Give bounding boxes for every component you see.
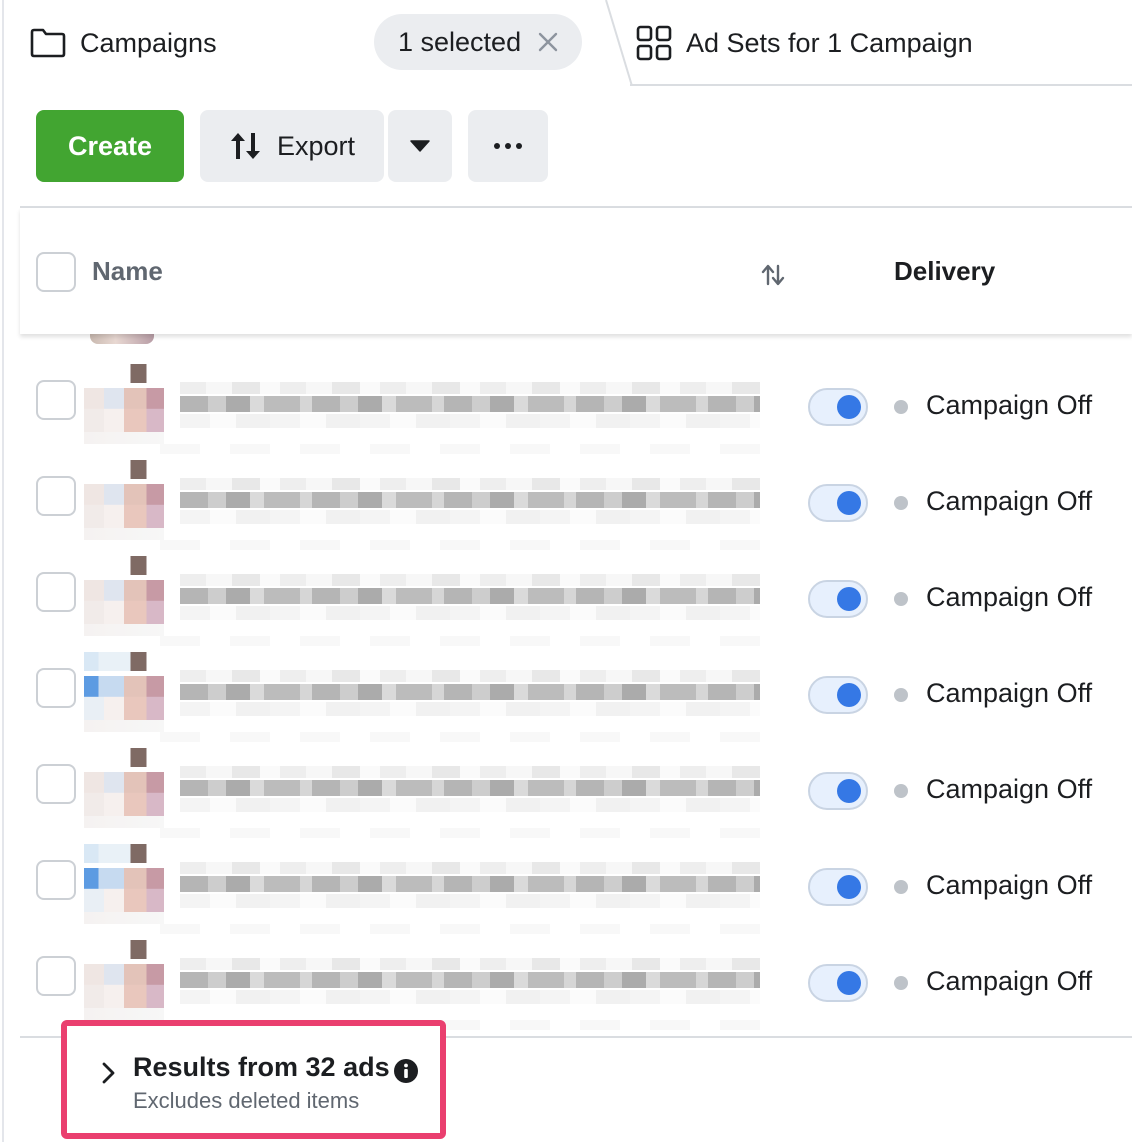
ad-toggle[interactable] (808, 388, 868, 426)
ad-thumbnail (84, 652, 164, 732)
selection-count: 1 selected (398, 26, 522, 57)
grid-icon (636, 25, 672, 61)
ad-thumbnail (84, 460, 164, 540)
delivery-status: Campaign Off (926, 582, 1093, 612)
export-label: Export (276, 130, 356, 161)
ad-thumbnail (84, 940, 164, 1020)
delivery-status: Campaign Off (926, 678, 1093, 708)
ad-thumbnail (84, 844, 164, 924)
results-title: Results from 32 ads (133, 1052, 390, 1082)
table-row[interactable]: Campaign Off (20, 922, 1132, 1030)
column-header-delivery[interactable]: Delivery (894, 256, 995, 287)
table-row[interactable]: Campaign Off (20, 826, 1132, 934)
ad-name-redacted[interactable] (180, 670, 760, 716)
toggle-knob (837, 971, 861, 995)
ad-thumbnail (84, 556, 164, 636)
status-dot (894, 784, 908, 798)
row-checkbox[interactable] (36, 476, 76, 516)
ad-toggle[interactable] (808, 868, 868, 906)
tab-ad-sets[interactable]: Ad Sets for 1 Campaign (636, 0, 973, 86)
ad-name-redacted[interactable] (180, 766, 760, 812)
export-button[interactable]: Export (200, 110, 384, 182)
results-subtitle: Excludes deleted items (133, 1088, 360, 1113)
export-dropdown-button[interactable] (388, 110, 452, 182)
toggle-knob (837, 683, 861, 707)
ad-name-redacted[interactable] (180, 958, 760, 1004)
delivery-status: Campaign Off (926, 966, 1093, 996)
results-summary[interactable]: Results from 32 ads Excludes deleted ite… (61, 1020, 446, 1139)
sort-icon[interactable] (760, 262, 786, 288)
row-checkbox[interactable] (36, 572, 76, 612)
status-dot (894, 400, 908, 414)
close-icon[interactable] (537, 31, 559, 53)
ad-name-redacted[interactable] (180, 382, 760, 428)
ad-name-redacted[interactable] (180, 478, 760, 524)
export-icon (230, 133, 260, 159)
ads-table-body: Campaign Off Campaign Off Campaign Off Camp… (20, 334, 1132, 1036)
partial-thumbnail (90, 334, 154, 344)
delivery-status: Campaign Off (926, 486, 1093, 516)
ad-name-redacted[interactable] (180, 574, 760, 620)
table-row[interactable]: Campaign Off (20, 730, 1132, 838)
ad-thumbnail (84, 364, 164, 444)
toggle-knob (837, 779, 861, 803)
table-row[interactable]: Campaign Off (20, 538, 1132, 646)
info-icon[interactable] (393, 1058, 419, 1084)
delivery-status: Campaign Off (926, 390, 1093, 420)
column-header-name[interactable]: Name (92, 256, 163, 287)
ad-name-redacted[interactable] (180, 862, 760, 908)
more-icon (494, 143, 522, 149)
toggle-knob (837, 587, 861, 611)
chevron-right-icon[interactable] (99, 1060, 119, 1086)
table-row[interactable]: Campaign Off (20, 346, 1132, 454)
caret-down-icon (410, 140, 430, 152)
ad-toggle[interactable] (808, 964, 868, 1002)
status-dot (894, 976, 908, 990)
toolbar: Create Export (0, 86, 1132, 208)
ad-thumbnail (84, 748, 164, 828)
delivery-status: Campaign Off (926, 870, 1093, 900)
ad-toggle[interactable] (808, 676, 868, 714)
ad-toggle[interactable] (808, 772, 868, 810)
toggle-knob (837, 491, 861, 515)
row-checkbox[interactable] (36, 668, 76, 708)
ad-toggle[interactable] (808, 580, 868, 618)
tab-campaigns[interactable]: Campaigns (30, 0, 217, 86)
create-button[interactable]: Create (36, 110, 184, 182)
row-checkbox[interactable] (36, 764, 76, 804)
folder-icon (30, 28, 66, 58)
row-checkbox[interactable] (36, 956, 76, 996)
toggle-knob (837, 875, 861, 899)
tab-ad-sets-label: Ad Sets for 1 Campaign (686, 27, 973, 58)
select-all-checkbox[interactable] (36, 252, 76, 292)
status-dot (894, 496, 908, 510)
selection-chip[interactable]: 1 selected (374, 14, 582, 70)
more-options-button[interactable] (468, 110, 548, 182)
table-row[interactable]: Campaign Off (20, 634, 1132, 742)
row-checkbox[interactable] (36, 380, 76, 420)
delivery-status: Campaign Off (926, 774, 1093, 804)
status-dot (894, 688, 908, 702)
toggle-knob (837, 395, 861, 419)
table-row[interactable]: Campaign Off (20, 442, 1132, 550)
status-dot (894, 592, 908, 606)
tab-campaigns-label: Campaigns (80, 27, 217, 58)
status-dot (894, 880, 908, 894)
tab-bar: Campaigns 1 selected Ad Sets for 1 Campa… (0, 0, 1132, 86)
table-header: Name Delivery (20, 208, 1132, 334)
row-checkbox[interactable] (36, 860, 76, 900)
ad-toggle[interactable] (808, 484, 868, 522)
